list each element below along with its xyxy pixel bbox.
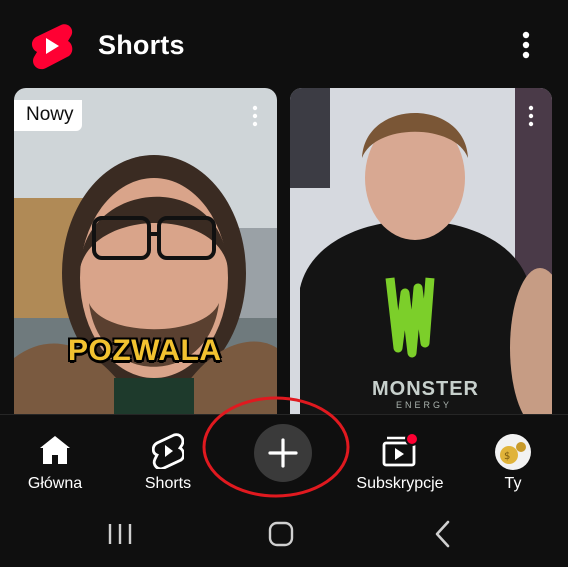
home-icon xyxy=(40,436,70,464)
thumbnail-brand-text: MONSTER xyxy=(372,378,479,400)
system-navigation-bar xyxy=(0,506,568,567)
nav-item-subscriptions[interactable]: Subskrypcje xyxy=(345,425,455,495)
thumbnail-more-icon[interactable] xyxy=(526,104,536,128)
back-icon[interactable] xyxy=(412,514,472,554)
nav-item-shorts[interactable]: Shorts xyxy=(113,425,223,495)
more-vert-icon[interactable] xyxy=(514,28,538,64)
nav-label-you: Ty xyxy=(504,475,522,492)
subscriptions-icon xyxy=(382,433,419,467)
short-thumbnail-2[interactable] xyxy=(290,88,552,414)
svg-text:$: $ xyxy=(504,451,510,462)
plus-icon xyxy=(268,438,298,468)
nav-item-you[interactable]: $ Ty xyxy=(458,425,568,495)
app-header: Shorts xyxy=(0,0,568,88)
thumbnail-more-icon[interactable] xyxy=(250,104,260,128)
nav-label-shorts: Shorts xyxy=(144,475,192,492)
thumbnail-caption: POZWALA xyxy=(68,334,222,367)
thumbnail-brand-subtext: ENERGY xyxy=(396,400,453,410)
page-title: Shorts xyxy=(98,30,185,60)
nav-item-home[interactable]: Główna xyxy=(0,425,110,495)
youtube-shorts-logo-icon[interactable] xyxy=(28,22,74,70)
new-badge: Nowy xyxy=(14,100,82,131)
system-home-icon[interactable] xyxy=(251,514,311,554)
nav-label-subscriptions: Subskrypcje xyxy=(356,475,444,492)
nav-label-home: Główna xyxy=(27,475,83,492)
shorts-icon xyxy=(152,433,184,469)
thumbnail-image xyxy=(290,88,552,414)
recent-apps-icon[interactable] xyxy=(90,514,150,554)
avatar: $ xyxy=(495,434,531,470)
create-button[interactable] xyxy=(254,424,312,482)
